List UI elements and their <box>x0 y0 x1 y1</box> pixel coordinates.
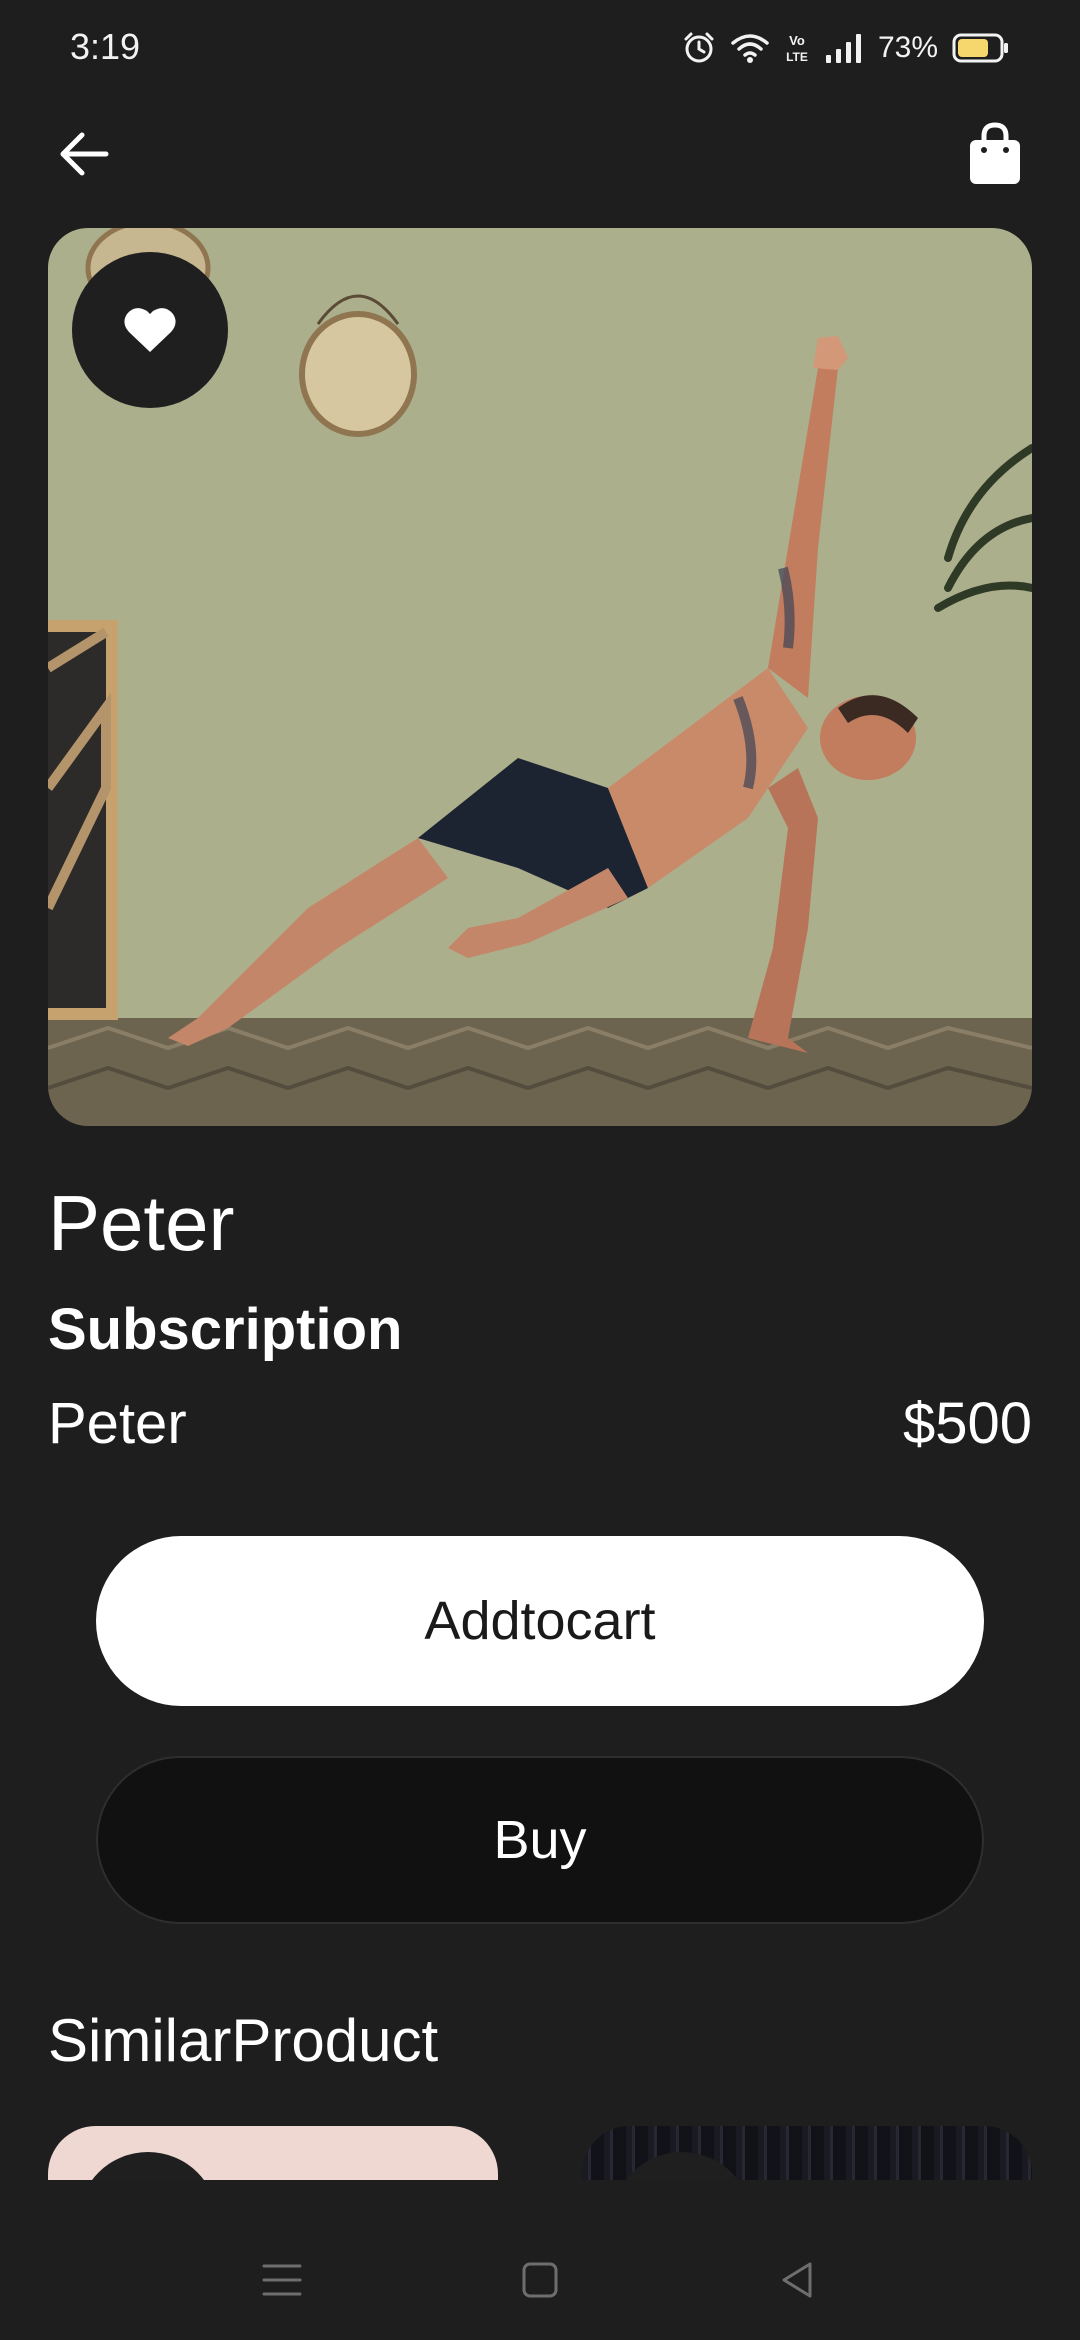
signal-icon <box>825 34 861 63</box>
heart-icon <box>124 308 176 352</box>
product-category: Subscription <box>48 1297 403 1362</box>
favorite-button[interactable] <box>72 252 228 408</box>
back-button[interactable] <box>54 124 114 184</box>
similar-favorite-button[interactable] <box>78 2152 218 2182</box>
status-bar: 3:19 Vo LTE 73% <box>0 0 1080 96</box>
system-back-button[interactable] <box>774 2256 822 2304</box>
battery-icon <box>952 33 1008 63</box>
volte-icon: Vo LTE <box>786 33 808 64</box>
product-name: Peter <box>48 1391 187 1456</box>
system-nav-bar <box>0 2180 1080 2340</box>
buy-button[interactable]: Buy <box>96 1756 984 1924</box>
arrow-left-icon <box>60 132 109 176</box>
product-title: Peter <box>48 1179 235 1267</box>
home-square-icon <box>522 2262 558 2298</box>
home-button[interactable] <box>516 2256 564 2304</box>
product-detail-screen: 3:19 Vo LTE 73% Peter Subscription Peter… <box>0 0 1080 2340</box>
back-triangle-icon <box>782 2262 812 2298</box>
volte-top-text: Vo <box>789 33 805 48</box>
similar-product-card[interactable] <box>582 2126 1032 2182</box>
recent-apps-button[interactable] <box>258 2256 306 2304</box>
similar-products-title: SimilarProduct <box>48 2007 439 2074</box>
alarm-icon <box>684 32 714 63</box>
similar-product-card[interactable] <box>48 2126 498 2182</box>
menu-icon <box>262 2264 302 2296</box>
volte-bottom-text: LTE <box>786 50 808 64</box>
status-icons: Vo LTE 73% <box>682 28 1010 68</box>
battery-percent: 73% <box>877 31 938 64</box>
product-price: $500 <box>902 1391 1032 1456</box>
wifi-icon <box>731 34 769 63</box>
add-to-cart-button[interactable]: Addtocart <box>96 1536 984 1706</box>
shopping-bag-icon <box>970 122 1020 184</box>
cart-button[interactable] <box>966 122 1024 188</box>
status-time: 3:19 <box>70 26 141 67</box>
